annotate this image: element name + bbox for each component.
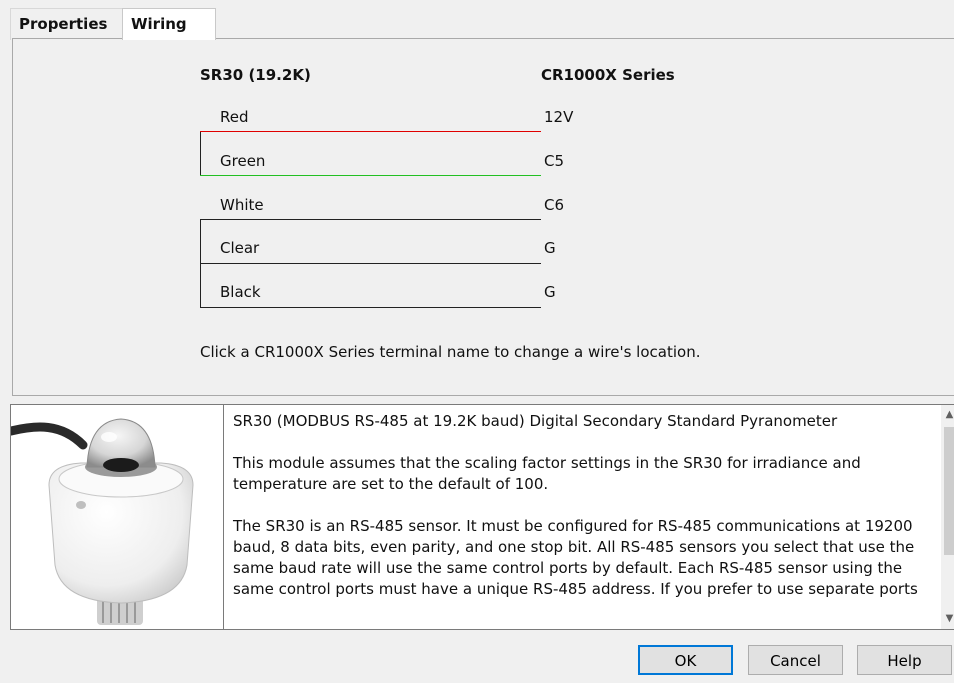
ok-button[interactable]: OK: [638, 645, 733, 675]
wire-bracket: [200, 132, 201, 175]
wire-label-red: Red: [220, 108, 249, 126]
cancel-button[interactable]: Cancel: [748, 645, 843, 675]
description-paragraph: The SR30 is an RS-485 sensor. It must be…: [233, 517, 918, 598]
terminal-g-clear[interactable]: G: [544, 239, 556, 257]
help-button[interactable]: Help: [857, 645, 952, 675]
tab-wiring[interactable]: Wiring: [122, 8, 216, 40]
terminal-c6[interactable]: C6: [544, 196, 564, 214]
wire-bracket: [200, 219, 201, 263]
scroll-up-icon[interactable]: ▲: [941, 407, 954, 423]
description-scrollbar[interactable]: ▲ ▼: [941, 405, 954, 629]
description-box: SR30 (MODBUS RS-485 at 19.2K baud) Digit…: [10, 404, 954, 630]
terminal-g-black[interactable]: G: [544, 283, 556, 301]
wire-line-clear: [200, 263, 541, 264]
wire-line-red: [200, 131, 541, 132]
wire-label-white: White: [220, 196, 264, 214]
wire-bracket: [200, 263, 201, 307]
terminal-12v[interactable]: 12V: [544, 108, 573, 126]
description-paragraph: This module assumes that the scaling fac…: [233, 454, 861, 493]
wire-line-black: [200, 307, 541, 308]
sensor-image: [11, 405, 224, 629]
sensor-header: SR30 (19.2K): [200, 66, 311, 84]
wire-line-green: [200, 175, 541, 176]
terminal-c5[interactable]: C5: [544, 152, 564, 170]
tab-properties[interactable]: Properties: [10, 8, 122, 40]
pyranometer-image: [11, 418, 194, 625]
wire-label-black: Black: [220, 283, 261, 301]
wire-line-white: [200, 219, 541, 220]
scroll-down-icon[interactable]: ▼: [941, 611, 954, 627]
description-text: SR30 (MODBUS RS-485 at 19.2K baud) Digit…: [233, 411, 933, 621]
wiring-hint: Click a CR1000X Series terminal name to …: [200, 343, 701, 361]
logger-header: CR1000X Series: [541, 66, 675, 84]
wire-label-green: Green: [220, 152, 266, 170]
wire-label-clear: Clear: [220, 239, 260, 257]
description-title: SR30 (MODBUS RS-485 at 19.2K baud) Digit…: [233, 412, 838, 430]
scroll-thumb[interactable]: [944, 427, 954, 555]
wiring-panel: SR30 (19.2K) CR1000X Series Red 12V Gree…: [12, 38, 954, 396]
